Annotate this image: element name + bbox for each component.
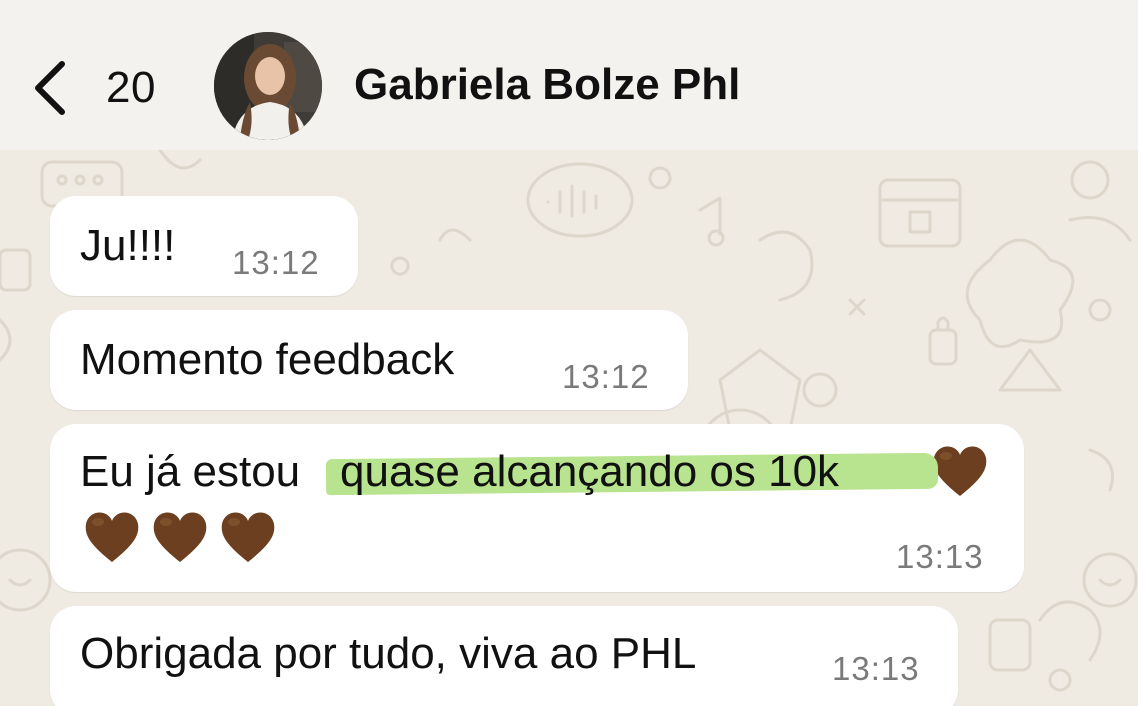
chat-wallpaper: Ju!!!! 13:12 Momento feedback 13:12 Eu j…: [0, 150, 1138, 706]
brown-heart-icon: [153, 512, 207, 562]
back-button[interactable]: 20: [30, 48, 156, 128]
message-bubble-3[interactable]: Eu já estou quase alcançando os 10k 13:1…: [50, 424, 1024, 592]
message-text-highlighted: quase alcançando os 10k: [340, 447, 840, 496]
message-text: Ju!!!!: [80, 221, 176, 270]
message-bubble-2[interactable]: Momento feedback 13:12: [50, 310, 688, 410]
message-timestamp: 13:13: [896, 538, 984, 575]
brown-heart-icon: [933, 446, 987, 496]
message-timestamp: 13:12: [232, 244, 320, 281]
message-text-before: Eu já estou: [80, 447, 301, 496]
unread-count: 20: [106, 63, 156, 112]
message-bubble-1[interactable]: Ju!!!! 13:12: [50, 196, 358, 296]
avatar-photo: [214, 32, 322, 140]
contact-name[interactable]: Gabriela Bolze Phl: [354, 60, 740, 110]
contact-avatar[interactable]: [214, 32, 322, 140]
brown-heart-icon: [221, 512, 275, 562]
chat-header: 20 Gabriela Bolze Phl: [0, 0, 1138, 150]
message-timestamp: 13:12: [562, 358, 650, 395]
message-text: Obrigada por tudo, viva ao PHL: [80, 629, 697, 678]
message-text: Momento feedback: [80, 335, 455, 384]
brown-heart-icon: [85, 512, 139, 562]
message-bubble-4[interactable]: Obrigada por tudo, viva ao PHL 13:13: [50, 606, 958, 706]
back-chevron-icon: [35, 61, 65, 115]
message-timestamp: 13:13: [832, 650, 920, 687]
